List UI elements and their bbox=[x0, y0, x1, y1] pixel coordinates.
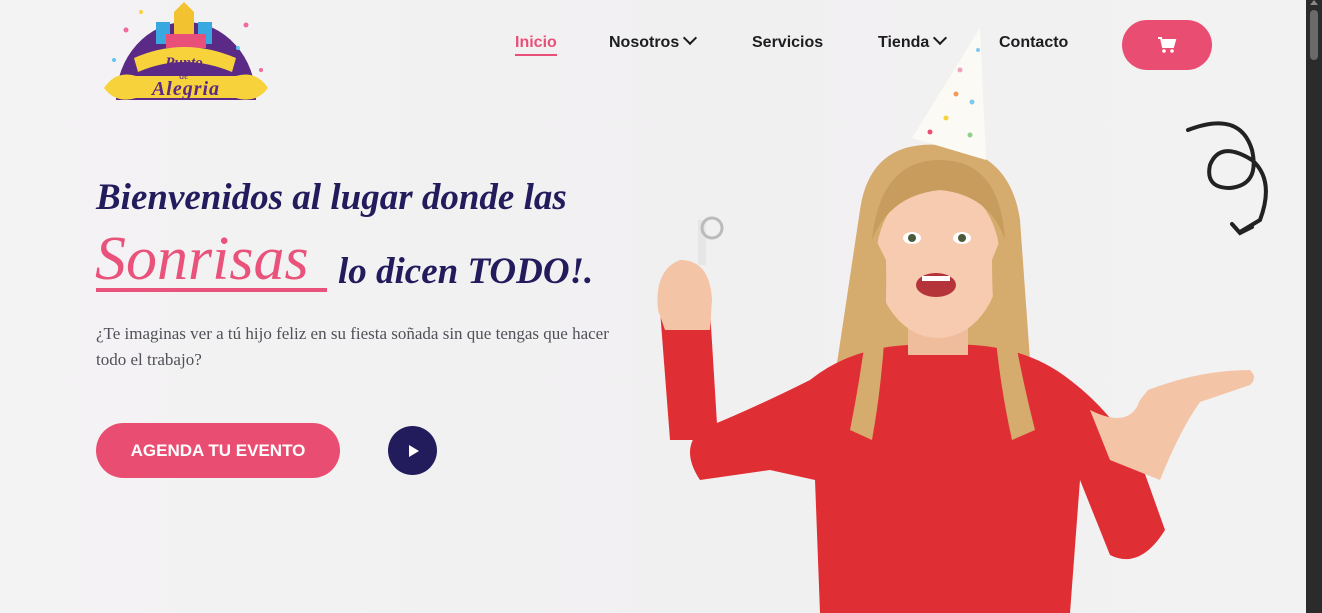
hero-heading-line2: lo dicen TODO!. bbox=[338, 251, 594, 292]
logo-text-top: Punto bbox=[165, 55, 203, 71]
hero-girl-image bbox=[657, 28, 1268, 613]
book-event-button[interactable]: AGENDA TU EVENTO bbox=[96, 423, 340, 478]
hero-heading-line1: Bienvenidos al lugar donde las bbox=[96, 177, 567, 218]
play-icon bbox=[408, 444, 419, 457]
scrollbar-thumb[interactable] bbox=[1310, 10, 1318, 60]
hero-subtitle: ¿Te imaginas ver a tú hijo feliz en su f… bbox=[96, 324, 609, 369]
hero-heading-highlight: Sonrisas bbox=[95, 225, 309, 293]
site-logo[interactable]: Punto de Alegria bbox=[96, 0, 276, 104]
window-scrollbar[interactable] bbox=[1306, 0, 1322, 613]
logo-text-bottom: Alegria bbox=[150, 78, 220, 100]
play-video-button[interactable] bbox=[388, 426, 437, 475]
scroll-up-arrow-icon[interactable] bbox=[1310, 0, 1318, 5]
highlight-underline bbox=[96, 288, 327, 292]
nav-item-inicio[interactable]: Inicio bbox=[515, 34, 557, 56]
page: Punto de Alegria Inicio Nosotros Servici… bbox=[0, 0, 1306, 613]
